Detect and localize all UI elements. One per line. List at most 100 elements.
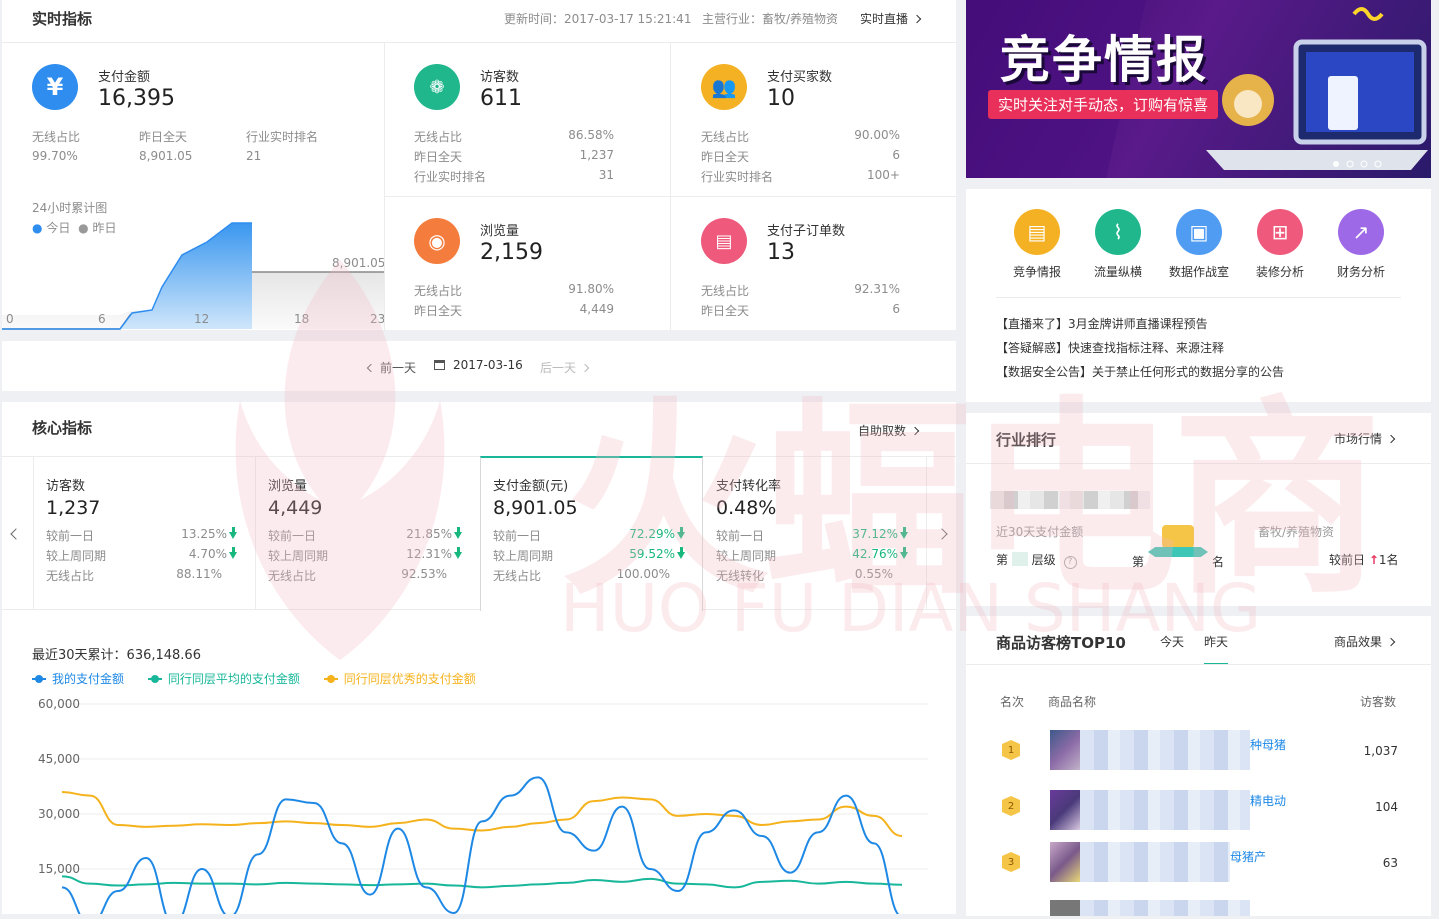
- pay-sub-label-0: 无线占比: [32, 130, 81, 144]
- footprint-icon: ❁: [414, 64, 460, 110]
- divider: [966, 664, 1431, 665]
- product-name[interactable]: 种母猪: [1250, 736, 1286, 753]
- quicklink-traffic[interactable]: ⌇ 流量纵横: [1078, 209, 1158, 280]
- quicklink-finance[interactable]: ↗ 财务分析: [1321, 209, 1401, 280]
- product-name[interactable]: 精电动: [1250, 792, 1286, 809]
- tab-today[interactable]: 今天: [1160, 633, 1184, 650]
- metric-row-value: 0.55%: [854, 567, 893, 581]
- date-picker[interactable]: 2017-03-16: [434, 358, 523, 372]
- y-tick-label: 45,000: [38, 752, 80, 766]
- notice-link[interactable]: 【直播来了】3月金牌讲师直播课程预告: [996, 315, 1208, 332]
- rank-compare: 较前日 ↑1名: [1329, 553, 1399, 567]
- trend-legend: 我的支付金额 同行同层平均的支付金额 同行同层优秀的支付金额: [32, 670, 476, 687]
- quicklink-competitive-intel[interactable]: ▤ 竞争情报: [997, 209, 1077, 280]
- metric-row-label: 较上周同期: [716, 549, 777, 563]
- visitor-count: 104: [1375, 800, 1398, 814]
- buyers-row-value: 90.00%: [854, 128, 900, 142]
- y-tick-label: 60,000: [38, 697, 80, 711]
- ranking-industry: 畜牧/养殖物资: [1258, 525, 1335, 539]
- carousel-dot[interactable]: [1333, 161, 1339, 167]
- core-title: 核心指标: [32, 419, 93, 437]
- pageviews-row-label: 昨日全天: [414, 304, 463, 318]
- metric-row-label: 无线占比: [46, 569, 95, 583]
- main-industry: 主营行业：畜牧/养殖物资: [702, 12, 839, 26]
- visitors-row-label: 无线占比: [414, 130, 463, 144]
- divider: [2, 42, 956, 43]
- notice-link[interactable]: 【答疑解惑】快速查找指标注释、来源注释: [996, 339, 1224, 356]
- product-name-blurred: [1080, 900, 1250, 916]
- suborders-label: 支付子订单数: [767, 224, 846, 239]
- laptop-screen-inner: [1306, 52, 1414, 132]
- realtime-card: 实时指标 更新时间：2017-03-17 15:21:41 主营行业：畜牧/养殖…: [2, 0, 956, 330]
- visitors-row-value: 31: [598, 168, 614, 182]
- rank-medal-icon: 3: [1002, 852, 1020, 872]
- metric-value: 4,449: [268, 497, 323, 519]
- pay-sub-value-0: 99.70%: [32, 149, 78, 163]
- chevron-right-icon: [912, 14, 922, 24]
- arrow-down-icon: [900, 547, 908, 559]
- cumulative-chart-title: 24小时累计图: [32, 201, 108, 215]
- visitors-row-label: 昨日全天: [414, 150, 463, 164]
- visitor-count: 63: [1382, 856, 1398, 870]
- hour-tick-6: 6: [98, 312, 106, 326]
- metric-tab-conversion[interactable]: 支付转化率 0.48% 较前一日 37.12% 较上周同期 42.76% 无线转…: [703, 457, 926, 609]
- legend-item-mine[interactable]: 我的支付金额: [32, 672, 124, 686]
- tier-text: 第 层级 ?: [996, 551, 1077, 569]
- metric-label: 支付转化率: [716, 479, 782, 494]
- arrow-up-icon: ↑: [1368, 553, 1379, 567]
- table-row[interactable]: 1 种母猪 1,037: [966, 730, 1431, 770]
- brush-icon: ⊞: [1257, 209, 1303, 255]
- metric-row-label: 无线占比: [268, 569, 317, 583]
- legend-item-excellent[interactable]: 同行同层优秀的支付金额: [323, 672, 476, 686]
- arrow-down-icon: [454, 527, 462, 539]
- product-effect-link[interactable]: 商品效果: [1334, 633, 1396, 650]
- metric-row-value: 37.12%: [852, 527, 908, 541]
- table-row[interactable]: 3 母猪产 63: [966, 842, 1431, 882]
- market-link[interactable]: 市场行情: [1334, 430, 1396, 447]
- metric-tab-visitors[interactable]: 访客数 1,237 较前一日 13.25% 较上周同期 4.70% 无线占比 8…: [34, 457, 255, 609]
- rank-medal-icon: 2: [1002, 796, 1020, 816]
- promo-banner[interactable]: 竞争情报 实时关注对手动态，订购有惊喜: [966, 0, 1431, 178]
- eye-icon: ◉: [414, 218, 460, 264]
- prev-day-button[interactable]: 前一天: [366, 359, 416, 376]
- next-day-button[interactable]: 后一天: [540, 359, 590, 376]
- metric-tab-pay-amount[interactable]: 支付金额(元) 8,901.05 较前一日 72.29% 较上周同期 59.52…: [480, 456, 703, 611]
- table-row[interactable]: 2 精电动 104: [966, 790, 1431, 830]
- chevron-right-icon: [910, 426, 920, 436]
- visitors-value: 611: [480, 86, 522, 111]
- carousel-next-button[interactable]: [932, 528, 948, 542]
- product-name-blurred: [1080, 730, 1250, 770]
- buyers-value: 10: [767, 86, 795, 111]
- quicklink-war-room[interactable]: ▣ 数据作战室: [1159, 209, 1239, 280]
- help-icon[interactable]: ?: [1063, 556, 1077, 569]
- mascot-face: [1234, 90, 1262, 118]
- squiggle-shape: [1352, 7, 1384, 21]
- col-rank: 名次: [1000, 695, 1025, 709]
- metric-row-label: 较前一日: [46, 529, 95, 543]
- metric-row-label: 较前一日: [493, 529, 542, 543]
- legend-item-avg[interactable]: 同行同层平均的支付金额: [147, 672, 300, 686]
- arrow-down-icon: [229, 547, 237, 559]
- metric-row-label: 较上周同期: [493, 549, 554, 563]
- tab-yesterday[interactable]: 昨天: [1204, 633, 1228, 650]
- laptop-base: [1206, 150, 1428, 170]
- chevron-right-icon: [1386, 434, 1396, 444]
- divider: [2, 609, 956, 610]
- metric-label: 支付金额(元): [493, 479, 569, 494]
- product-name[interactable]: 母猪产: [1230, 848, 1266, 865]
- self-fetch-link[interactable]: 自助取数: [858, 422, 920, 439]
- live-link[interactable]: 实时直播: [860, 10, 922, 27]
- arrow-down-icon: [900, 527, 908, 539]
- carousel-prev-button[interactable]: [10, 528, 26, 542]
- hour-tick-12: 12: [194, 312, 210, 326]
- product-name-blurred: [1080, 790, 1250, 830]
- notice-link[interactable]: 【数据安全公告】关于禁止任何形式的数据分享的公告: [996, 363, 1284, 380]
- metric-row-label: 无线转化: [716, 569, 765, 583]
- quicklink-decoration[interactable]: ⊞ 装修分析: [1240, 209, 1320, 280]
- metric-tab-pageviews[interactable]: 浏览量 4,449 较前一日 21.85% 较上周同期 12.31% 无线占比 …: [256, 457, 480, 609]
- buyers-label: 支付买家数: [767, 70, 833, 85]
- pay-sub-value-1: 8,901.05: [139, 149, 193, 163]
- product-thumbnail: [1050, 730, 1080, 770]
- tier-value-blurred: [1011, 552, 1028, 566]
- core-metrics-card: 核心指标 自助取数 访客数 1,237 较前一日 13.25% 较上周同期 4.…: [2, 402, 956, 914]
